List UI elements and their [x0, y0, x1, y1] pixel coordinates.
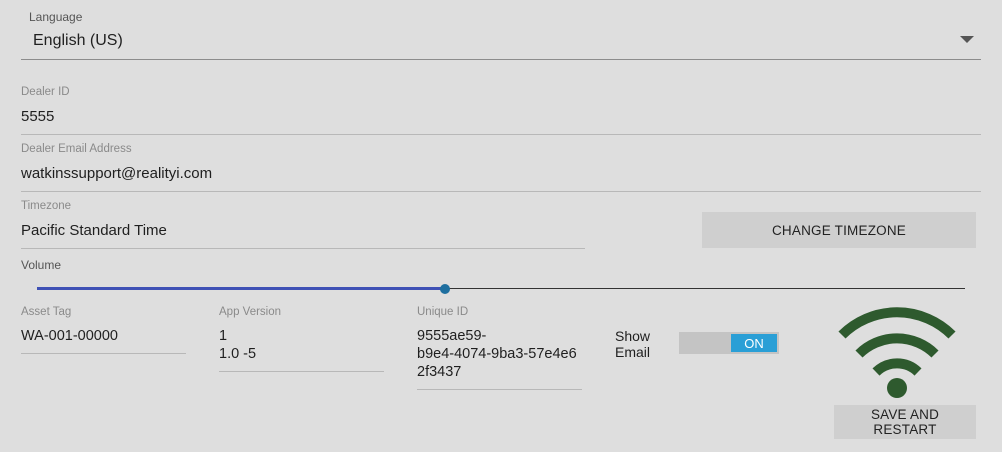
save-and-restart-button[interactable]: SAVE AND RESTART: [834, 405, 976, 439]
show-email-label-line2: Email: [615, 344, 651, 360]
toggle-on-text: ON: [731, 334, 777, 352]
unique-id-label: Unique ID: [417, 306, 469, 318]
volume-thumb[interactable]: [440, 284, 451, 294]
app-version-underline: [219, 371, 384, 372]
app-version-label: App Version: [219, 306, 282, 318]
dealer-id-underline: [21, 134, 981, 135]
change-timezone-button[interactable]: CHANGE TIMEZONE: [702, 212, 976, 248]
app-version-line2: 1.0 -5: [219, 346, 257, 362]
unique-id-line1: 9555ae59-: [417, 328, 487, 344]
volume-label: Volume: [21, 258, 62, 272]
show-email-toggle[interactable]: ON: [679, 332, 779, 354]
asset-tag-label: Asset Tag: [21, 306, 72, 318]
timezone-label: Timezone: [21, 200, 72, 212]
dealer-id-field[interactable]: 5555: [21, 108, 54, 125]
asset-tag-value: WA-001-00000: [21, 328, 118, 344]
wifi-icon: [838, 307, 956, 398]
dealer-email-label: Dealer Email Address: [21, 143, 132, 155]
language-underline: [21, 59, 981, 60]
language-value: English (US): [33, 32, 123, 49]
volume-fill: [37, 287, 446, 290]
dealer-email-underline: [21, 191, 981, 192]
unique-id-line3: 2f3437: [417, 364, 462, 380]
app-version-line1: 1: [219, 328, 228, 344]
volume-slider[interactable]: [37, 280, 965, 298]
show-email-label-line1: Show: [615, 328, 651, 344]
chevron-down-icon: [960, 36, 974, 43]
language-label: Language: [29, 10, 83, 24]
dealer-email-field[interactable]: watkinssupport@realityi.com: [21, 165, 212, 182]
asset-tag-underline: [21, 353, 186, 354]
timezone-value: Pacific Standard Time: [21, 222, 167, 239]
dealer-id-label: Dealer ID: [21, 86, 70, 98]
timezone-underline: [21, 248, 585, 249]
unique-id-line2: b9e4-4074-9ba3-57e4e6: [417, 346, 577, 362]
unique-id-underline: [417, 389, 582, 390]
language-dropdown[interactable]: English (US): [21, 28, 981, 60]
